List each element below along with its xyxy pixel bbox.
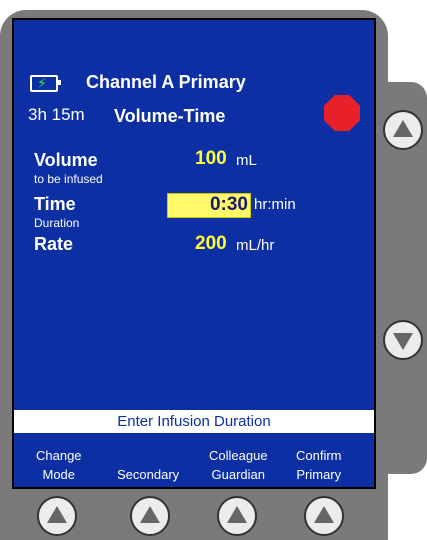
battery-remaining: 3h 15m (28, 105, 85, 124)
time-value: 0:30 (209, 194, 248, 215)
up-arrow-icon (314, 506, 334, 523)
volume-value[interactable]: 100 (195, 148, 227, 170)
softkey-change-mode[interactable]: Change Mode (36, 446, 82, 484)
down-arrow-icon (393, 333, 413, 350)
rate-label: Rate (34, 234, 74, 254)
volume-label: Volume (34, 150, 98, 170)
time-label: Time (34, 194, 76, 214)
softkey-button-3[interactable] (217, 496, 257, 536)
channel-title: Channel A Primary (86, 72, 246, 92)
softkey-secondary[interactable]: Secondary (117, 465, 179, 484)
volume-sublabel: to be infused (34, 172, 103, 186)
up-arrow-icon (47, 506, 67, 523)
scroll-up-button[interactable] (383, 110, 423, 150)
softkey-button-4[interactable] (304, 496, 344, 536)
softkey-button-2[interactable] (130, 496, 170, 536)
softkey-colleague-guardian[interactable]: Colleague Guardian (209, 446, 268, 484)
rate-unit: mL/hr (236, 237, 275, 254)
time-value-field[interactable]: 0:30 (167, 193, 251, 218)
softkey-button-1[interactable] (37, 496, 77, 536)
stop-icon[interactable] (324, 95, 360, 131)
rate-value[interactable]: 200 (195, 233, 227, 255)
softkey-confirm-primary[interactable]: Confirm Primary (296, 446, 342, 484)
scroll-down-button[interactable] (383, 320, 423, 360)
prompt-bar: Enter Infusion Duration (14, 410, 374, 433)
mode-title: Volume-Time (114, 106, 226, 126)
up-arrow-icon (140, 506, 160, 523)
pump-screen: ⚡ Channel A Primary 3h 15m Volume-Time V… (12, 18, 376, 489)
up-arrow-icon (227, 506, 247, 523)
battery-charging-icon: ⚡ (30, 75, 61, 92)
up-arrow-icon (393, 120, 413, 137)
time-unit: hr:min (254, 196, 296, 213)
volume-unit: mL (236, 152, 257, 169)
time-sublabel: Duration (34, 216, 80, 230)
